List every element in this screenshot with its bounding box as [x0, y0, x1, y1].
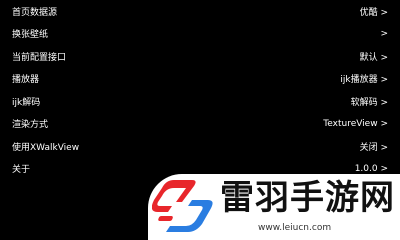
setting-label: 关于 — [12, 165, 31, 176]
setting-label: 首页数据源 — [12, 7, 58, 18]
settings-list: 首页数据源 优酷 > 换张壁纸 > 当前配置接口 默认 > 播放器 ijk播放器… — [0, 0, 400, 180]
watermark-logo-icon — [152, 180, 213, 232]
setting-label: 换张壁纸 — [12, 30, 49, 41]
watermark-name: 雷羽手游网 — [220, 178, 395, 218]
setting-value: 1.0.0 > — [354, 163, 388, 174]
setting-value: 软解码 > — [350, 97, 388, 108]
setting-label: 播放器 — [12, 75, 40, 86]
setting-config-interface[interactable]: 当前配置接口 默认 > — [0, 45, 400, 68]
setting-homepage-source[interactable]: 首页数据源 优酷 > — [0, 0, 400, 23]
setting-render-mode[interactable]: 渲染方式 TextureView > — [0, 113, 400, 136]
setting-value: 关闭 > — [359, 142, 388, 153]
setting-value: TextureView > — [323, 118, 388, 129]
watermark-url: www.leiucn.com — [258, 223, 332, 233]
setting-use-xwalkview[interactable]: 使用XWalkView 关闭 > — [0, 135, 400, 158]
setting-label: 使用XWalkView — [12, 142, 80, 153]
setting-value: 默认 > — [359, 52, 388, 63]
setting-value: > — [380, 28, 388, 39]
setting-label: 渲染方式 — [12, 120, 49, 131]
setting-player[interactable]: 播放器 ijk播放器 > — [0, 68, 400, 91]
setting-value: ijk播放器 > — [340, 75, 388, 86]
setting-ijk-decoding[interactable]: ijk解码 软解码 > — [0, 90, 400, 113]
setting-change-wallpaper[interactable]: 换张壁纸 > — [0, 23, 400, 46]
setting-label: ijk解码 — [12, 97, 41, 108]
setting-value: 优酷 > — [359, 7, 388, 18]
setting-label: 当前配置接口 — [12, 52, 67, 63]
